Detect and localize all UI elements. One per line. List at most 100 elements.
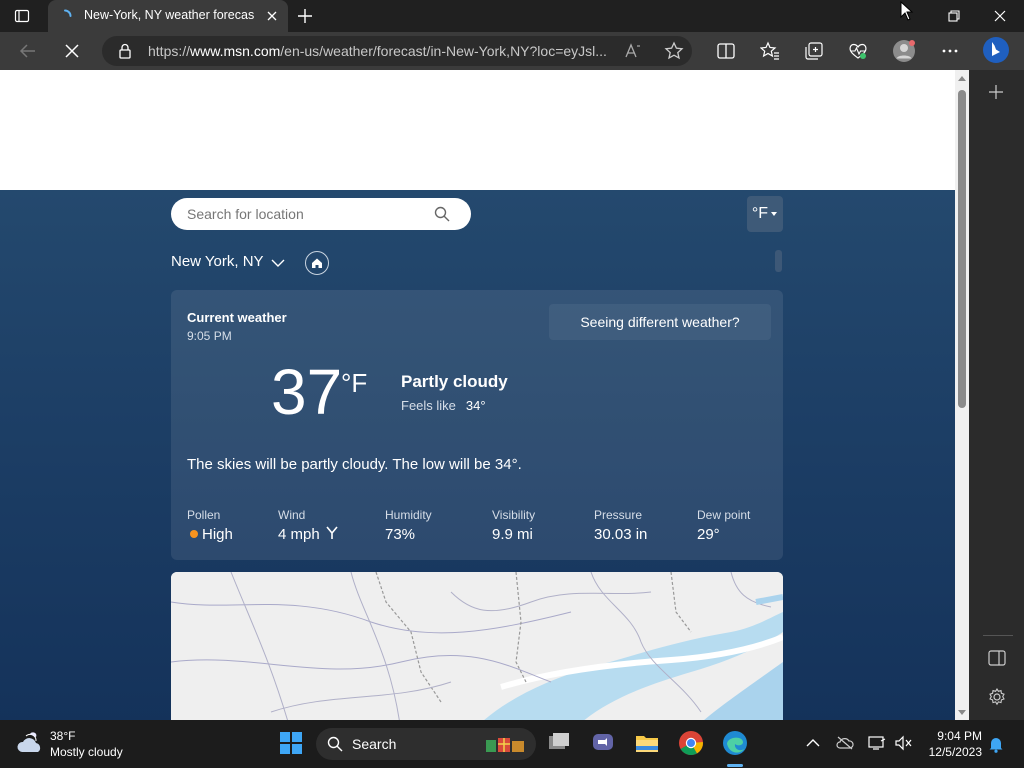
task-view-icon[interactable] bbox=[546, 730, 572, 756]
metric-label: Visibility bbox=[492, 508, 536, 522]
mostly-cloudy-icon bbox=[17, 732, 41, 752]
metric-humidity[interactable]: Humidity 73% bbox=[385, 508, 432, 543]
metric-label: Pollen bbox=[187, 508, 221, 522]
lock-icon[interactable] bbox=[116, 42, 134, 60]
metric-dew-point[interactable]: Dew point 29° bbox=[697, 508, 750, 543]
temperature-unit-toggle[interactable]: °F bbox=[747, 196, 783, 232]
network-display-icon[interactable] bbox=[868, 735, 886, 751]
location-name[interactable]: New York, NY bbox=[171, 253, 264, 270]
taskbar-condition: Mostly cloudy bbox=[50, 745, 123, 759]
metric-visibility[interactable]: Visibility 9.9 mi bbox=[492, 508, 535, 543]
back-icon[interactable] bbox=[18, 41, 38, 61]
hide-sidebar-icon[interactable] bbox=[988, 650, 1006, 666]
onedrive-offline-icon[interactable] bbox=[836, 736, 854, 750]
taskbar-search-label: Search bbox=[352, 736, 397, 752]
caret-down-icon bbox=[771, 211, 778, 216]
search-icon bbox=[327, 736, 343, 752]
windows-start-icon[interactable] bbox=[278, 730, 304, 756]
taskbar-search[interactable]: Search bbox=[316, 728, 536, 760]
close-window-icon[interactable] bbox=[992, 8, 1008, 24]
edge-sidebar bbox=[969, 70, 1024, 720]
restore-window-icon[interactable] bbox=[946, 8, 962, 24]
metric-value: High bbox=[202, 526, 233, 543]
metric-pressure[interactable]: Pressure 30.03 in bbox=[594, 508, 647, 543]
taskbar-clock[interactable]: 9:04 PM 12/5/2023 bbox=[924, 728, 982, 760]
close-tab-icon[interactable] bbox=[264, 8, 280, 24]
web-page: °F New York, NY Current weather 9:05 PM … bbox=[0, 70, 955, 720]
metric-label: Pressure bbox=[594, 508, 643, 522]
metric-value: 4 mph bbox=[278, 526, 320, 543]
address-bar[interactable]: https://www.msn.com/en-us/weather/foreca… bbox=[102, 36, 692, 66]
sidebar-divider bbox=[983, 635, 1013, 636]
windows-taskbar: 38°F Mostly cloudy Search 9:04 PM 12/5/2… bbox=[0, 720, 1024, 768]
different-weather-button[interactable]: Seeing different weather? bbox=[549, 304, 771, 340]
taskbar-weather-widget[interactable]: 38°F Mostly cloudy bbox=[10, 724, 140, 764]
weather-summary: The skies will be partly cloudy. The low… bbox=[187, 456, 522, 473]
metric-label: Wind bbox=[278, 508, 306, 522]
search-icon[interactable] bbox=[434, 206, 450, 222]
scroll-up-icon[interactable] bbox=[958, 75, 966, 83]
url-text: https://www.msn.com/en-us/weather/foreca… bbox=[148, 43, 607, 59]
search-highlight-gifts-icon bbox=[486, 738, 524, 752]
metric-label: Dew point bbox=[697, 508, 751, 522]
home-location-button[interactable] bbox=[305, 251, 329, 275]
edge-browser-icon[interactable] bbox=[722, 730, 748, 756]
active-tab[interactable]: New-York, NY weather forecast | bbox=[48, 0, 288, 32]
temperature-unit: °F bbox=[341, 368, 368, 398]
add-sidebar-app-icon[interactable] bbox=[988, 84, 1004, 100]
scrollbar-thumb[interactable] bbox=[958, 90, 966, 408]
feels-like-value: 34° bbox=[465, 398, 486, 413]
taskbar-weather-text: 38°F Mostly cloudy bbox=[50, 728, 123, 760]
feels-like-label: Feels like bbox=[401, 398, 456, 413]
browser-toolbar: https://www.msn.com/en-us/weather/foreca… bbox=[0, 32, 1024, 70]
clock-date: 12/5/2023 bbox=[928, 745, 982, 759]
metric-value: 73% bbox=[385, 526, 416, 543]
new-tab-icon[interactable] bbox=[296, 7, 314, 25]
more-options-icon[interactable] bbox=[940, 41, 960, 61]
map-tiles bbox=[171, 572, 783, 720]
location-search[interactable] bbox=[171, 198, 471, 230]
profile-avatar-icon[interactable] bbox=[892, 39, 916, 63]
tab-strip: New-York, NY weather forecast | bbox=[0, 0, 1024, 32]
stop-loading-icon[interactable] bbox=[62, 41, 82, 61]
metric-value: 29° bbox=[697, 526, 720, 543]
tab-actions-icon[interactable] bbox=[14, 8, 30, 24]
pollen-level-dot-icon bbox=[190, 530, 198, 538]
unit-label: °F bbox=[751, 205, 769, 222]
metric-value: 9.9 mi bbox=[492, 526, 533, 543]
read-aloud-icon[interactable] bbox=[624, 42, 642, 60]
taskbar-temperature: 38°F bbox=[50, 729, 76, 743]
metric-wind[interactable]: Wind 4 mph bbox=[278, 508, 338, 543]
scroll-down-icon[interactable] bbox=[958, 708, 966, 716]
file-explorer-icon[interactable] bbox=[634, 730, 660, 756]
teams-chat-icon[interactable] bbox=[590, 730, 616, 756]
current-temperature: 37 bbox=[271, 356, 343, 428]
favorite-star-icon[interactable] bbox=[664, 41, 684, 61]
bing-copilot-icon[interactable] bbox=[982, 36, 1010, 64]
location-scroll-indicator bbox=[775, 250, 782, 272]
wind-direction-icon bbox=[326, 526, 338, 539]
loading-spinner-icon bbox=[64, 9, 72, 17]
observation-time: 9:05 PM bbox=[187, 329, 232, 343]
metric-pollen[interactable]: Pollen High bbox=[187, 508, 233, 543]
home-icon bbox=[312, 258, 322, 268]
metric-value: 30.03 in bbox=[594, 526, 648, 543]
split-screen-icon[interactable] bbox=[716, 41, 736, 61]
weather-map[interactable] bbox=[171, 572, 783, 720]
tab-title: New-York, NY weather forecast | bbox=[84, 8, 254, 22]
weather-condition: Partly cloudy bbox=[401, 372, 508, 391]
show-hidden-icons-chevron-icon[interactable] bbox=[806, 738, 820, 748]
active-app-indicator bbox=[727, 764, 743, 767]
mouse-cursor-icon bbox=[900, 1, 914, 21]
clock-time: 9:04 PM bbox=[937, 729, 982, 743]
browser-essentials-icon[interactable] bbox=[848, 41, 868, 61]
volume-muted-icon[interactable] bbox=[894, 735, 912, 751]
favorites-icon[interactable] bbox=[760, 41, 780, 61]
settings-gear-icon[interactable] bbox=[988, 688, 1006, 706]
location-search-input[interactable] bbox=[187, 204, 427, 224]
collections-icon[interactable] bbox=[804, 41, 824, 61]
page-scrollbar[interactable] bbox=[955, 70, 969, 720]
chevron-down-icon[interactable] bbox=[271, 256, 285, 270]
notification-bell-icon[interactable] bbox=[988, 735, 1004, 753]
chrome-icon[interactable] bbox=[678, 730, 704, 756]
